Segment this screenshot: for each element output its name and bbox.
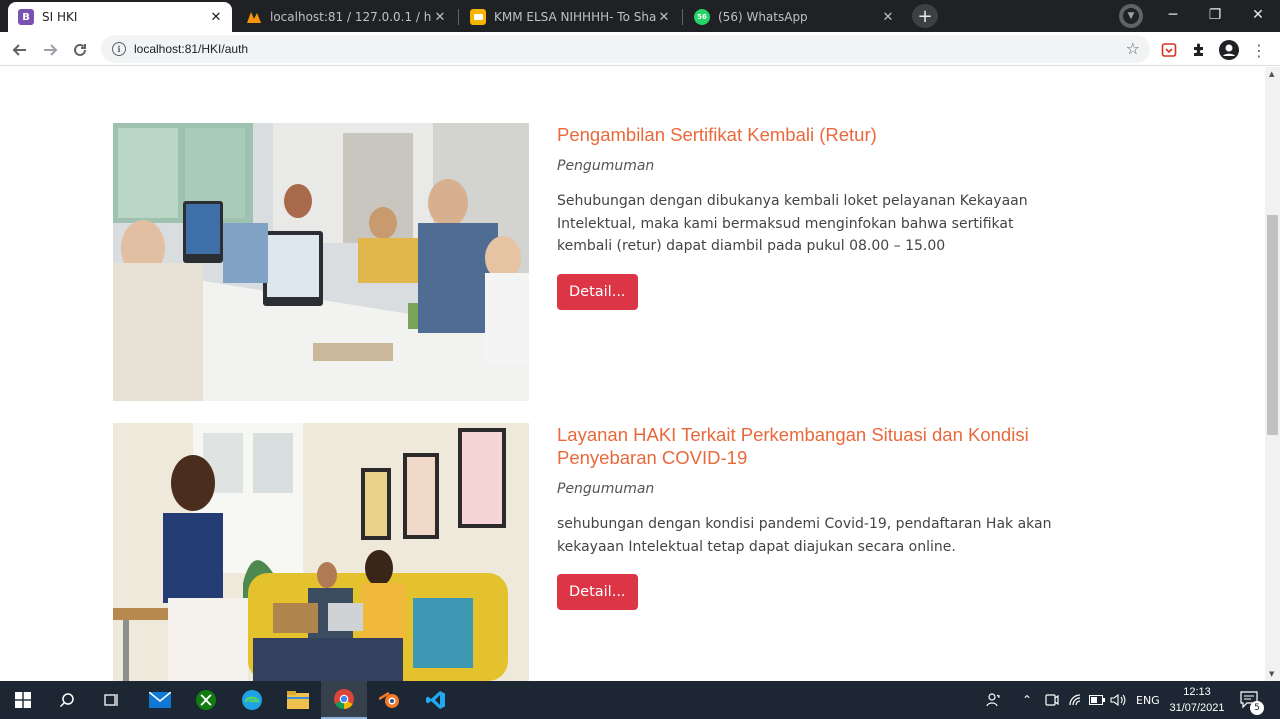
start-button[interactable] bbox=[0, 681, 46, 719]
xbox-app-button[interactable] bbox=[183, 681, 229, 719]
input-language-indicator[interactable]: ENG bbox=[1136, 681, 1160, 719]
tab-separator bbox=[682, 9, 683, 25]
windows-logo-icon bbox=[15, 692, 31, 708]
tab-title: SI HKI bbox=[42, 10, 78, 24]
back-button[interactable] bbox=[6, 36, 34, 64]
battery-icon[interactable] bbox=[1089, 681, 1105, 719]
tab-google-slides[interactable]: KMM ELSA NIHHHH- To Share - ✕ bbox=[460, 2, 680, 32]
mail-icon bbox=[149, 692, 171, 708]
blender-app-button[interactable] bbox=[367, 681, 413, 719]
tab-title: (56) WhatsApp bbox=[718, 10, 808, 24]
notification-count-badge: 5 bbox=[1250, 701, 1264, 715]
address-bar[interactable]: i localhost:81/HKI/auth ☆ bbox=[101, 35, 1150, 63]
wifi-icon[interactable] bbox=[1068, 681, 1084, 719]
close-tab-icon[interactable]: ✕ bbox=[880, 9, 896, 25]
arrow-right-icon bbox=[44, 44, 58, 56]
search-icon bbox=[59, 693, 74, 708]
news-content: Layanan HAKI Terkait Perkembangan Situas… bbox=[557, 423, 1057, 610]
volume-icon[interactable] bbox=[1110, 681, 1126, 719]
extensions-puzzle-icon[interactable] bbox=[1187, 38, 1211, 62]
vscode-app-button[interactable] bbox=[413, 681, 459, 719]
tab-title: localhost:81 / 127.0.0.1 / hki / us bbox=[270, 10, 432, 24]
new-tab-button[interactable]: + bbox=[912, 4, 938, 28]
slides-favicon-icon bbox=[470, 9, 486, 25]
phpmyadmin-favicon-icon bbox=[246, 9, 262, 25]
scroll-up-icon[interactable]: ▲ bbox=[1269, 70, 1274, 78]
close-tab-icon[interactable]: ✕ bbox=[656, 9, 672, 25]
news-title[interactable]: Layanan HAKI Terkait Perkembangan Situas… bbox=[557, 423, 1057, 469]
meet-now-icon[interactable] bbox=[1045, 681, 1059, 719]
reload-icon bbox=[74, 43, 86, 56]
url-text: localhost:81/HKI/auth bbox=[134, 42, 249, 56]
chrome-app-button[interactable] bbox=[321, 681, 367, 719]
action-center-button[interactable]: 5 bbox=[1240, 681, 1264, 719]
news-category: Pengumuman bbox=[557, 158, 655, 174]
clock-time: 12:13 bbox=[1183, 686, 1211, 698]
tab-whatsapp[interactable]: 56 (56) WhatsApp ✕ bbox=[684, 2, 904, 32]
bootstrap-favicon-icon: B bbox=[18, 9, 34, 25]
browser-toolbar: i localhost:81/HKI/auth ☆ ⋮ bbox=[0, 32, 1280, 66]
tab-si-hki[interactable]: B SI HKI ✕ bbox=[8, 2, 232, 32]
folder-icon bbox=[287, 691, 309, 709]
restore-button[interactable]: ❐ bbox=[1194, 0, 1236, 30]
chevron-down-icon: ▼ bbox=[1123, 8, 1139, 24]
news-title[interactable]: Pengambilan Sertifikat Kembali (Retur) bbox=[557, 123, 1057, 146]
file-explorer-button[interactable] bbox=[275, 681, 321, 719]
page-scrollbar[interactable]: ▲ ▼ bbox=[1265, 67, 1280, 681]
news-image-office bbox=[113, 123, 529, 401]
close-tab-icon[interactable]: ✕ bbox=[208, 9, 224, 25]
page-viewport: Pengambilan Sertifikat Kembali (Retur) P… bbox=[0, 67, 1265, 681]
detail-button[interactable]: Detail... bbox=[557, 574, 638, 610]
tab-title: KMM ELSA NIHHHH- To Share - bbox=[494, 10, 656, 24]
pocket-extension-icon[interactable] bbox=[1157, 38, 1181, 62]
detail-button[interactable]: Detail... bbox=[557, 273, 638, 310]
scrollbar-thumb[interactable] bbox=[1267, 215, 1278, 435]
vscode-icon bbox=[426, 691, 445, 709]
task-view-icon bbox=[104, 694, 118, 706]
news-content: Pengambilan Sertifikat Kembali (Retur) P… bbox=[557, 123, 1057, 310]
minimize-button[interactable]: ─ bbox=[1152, 0, 1194, 30]
news-category: Pengumuman bbox=[557, 481, 655, 497]
reload-button[interactable] bbox=[66, 36, 94, 64]
browser-tab-strip: B SI HKI ✕ localhost:81 / 127.0.0.1 / hk… bbox=[0, 0, 1280, 32]
tab-separator bbox=[458, 9, 459, 25]
arrow-left-icon bbox=[12, 44, 26, 56]
whatsapp-favicon-icon: 56 bbox=[694, 9, 710, 25]
chrome-icon bbox=[334, 689, 354, 709]
news-item: Layanan HAKI Terkait Perkembangan Situas… bbox=[113, 423, 1058, 681]
news-image-lounge bbox=[113, 423, 529, 681]
edge-app-button[interactable] bbox=[229, 681, 275, 719]
tab-search-button[interactable]: ▼ bbox=[1119, 4, 1143, 28]
task-view-button[interactable] bbox=[89, 681, 135, 719]
search-button[interactable] bbox=[44, 681, 90, 719]
edge-icon bbox=[242, 690, 262, 710]
forward-button[interactable] bbox=[36, 36, 64, 64]
scroll-down-icon[interactable]: ▼ bbox=[1269, 670, 1274, 678]
site-info-icon[interactable]: i bbox=[112, 42, 126, 56]
news-description: sehubungan dengan kondisi pandemi Covid-… bbox=[557, 516, 1052, 555]
menu-dots-icon[interactable]: ⋮ bbox=[1247, 38, 1271, 62]
blender-icon bbox=[379, 691, 399, 708]
bookmark-star-icon[interactable]: ☆ bbox=[1126, 39, 1140, 58]
clock-date: 31/07/2021 bbox=[1169, 702, 1225, 714]
close-tab-icon[interactable]: ✕ bbox=[432, 9, 448, 25]
tab-phpmyadmin[interactable]: localhost:81 / 127.0.0.1 / hki / us ✕ bbox=[236, 2, 456, 32]
news-item: Pengambilan Sertifikat Kembali (Retur) P… bbox=[113, 123, 1058, 401]
windows-taskbar: ⌃ ENG 12:13 31/07/2021 5 bbox=[0, 681, 1280, 719]
close-window-button[interactable]: ✕ bbox=[1237, 0, 1279, 30]
news-description: Sehubungan dengan dibukanya kembali loke… bbox=[557, 193, 1028, 254]
people-icon[interactable] bbox=[986, 681, 1002, 719]
system-clock[interactable]: 12:13 31/07/2021 bbox=[1166, 684, 1228, 716]
show-hidden-icons-chevron-up-icon[interactable]: ⌃ bbox=[1022, 681, 1032, 719]
profile-avatar-icon[interactable] bbox=[1217, 38, 1241, 62]
xbox-icon bbox=[196, 690, 216, 710]
mail-app-button[interactable] bbox=[137, 681, 183, 719]
